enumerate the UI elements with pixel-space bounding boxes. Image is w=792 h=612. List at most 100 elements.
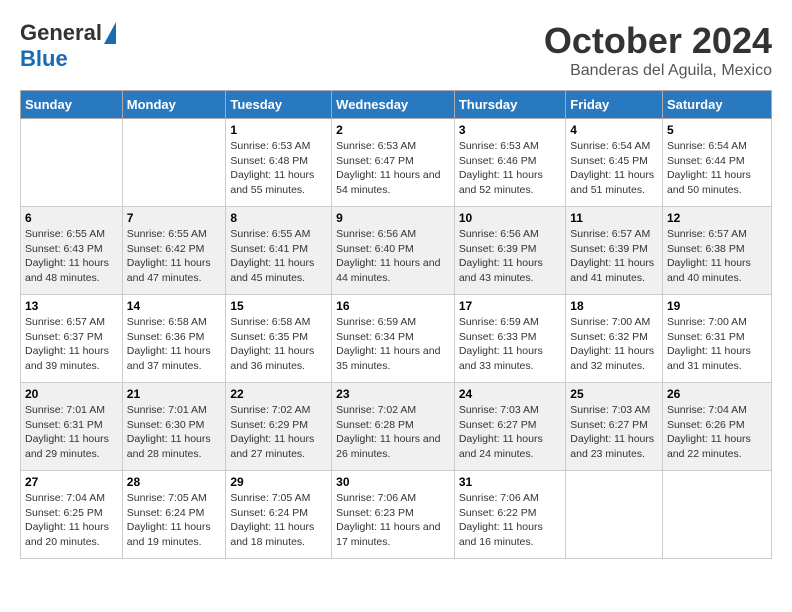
day-cell: 30Sunrise: 7:06 AM Sunset: 6:23 PM Dayli… xyxy=(332,471,455,559)
day-info: Sunrise: 6:56 AM Sunset: 6:40 PM Dayligh… xyxy=(336,227,450,286)
day-cell: 18 Sunrise: 7:00 AM Sunset: 6:32 PM Dayli… xyxy=(566,295,663,383)
day-info: Sunrise: 6:57 AM Sunset: 6:37 PM Dayligh… xyxy=(25,315,118,374)
month-title: October 2024 xyxy=(544,20,772,62)
day-cell: 11 Sunrise: 6:57 AM Sunset: 6:39 PM Dayli… xyxy=(566,207,663,295)
day-cell xyxy=(122,119,226,207)
day-info: Sunrise: 6:53 AM Sunset: 6:47 PM Dayligh… xyxy=(336,139,450,198)
logo-triangle-icon xyxy=(104,22,116,44)
header-cell-thursday: Thursday xyxy=(454,91,565,119)
day-cell: 7Sunrise: 6:55 AM Sunset: 6:42 PM Daylig… xyxy=(122,207,226,295)
header-cell-wednesday: Wednesday xyxy=(332,91,455,119)
day-info: Sunrise: 6:55 AM Sunset: 6:41 PM Dayligh… xyxy=(230,227,327,286)
day-number: 17 xyxy=(459,299,561,313)
day-info: Sunrise: 7:04 AM Sunset: 6:26 PM Dayligh… xyxy=(667,403,767,462)
week-row-2: 6 Sunrise: 6:55 AM Sunset: 6:43 PM Daylig… xyxy=(21,207,772,295)
day-number: 18 xyxy=(570,299,658,313)
day-number: 5 xyxy=(667,123,767,137)
day-info: Sunrise: 6:53 AM Sunset: 6:48 PM Dayligh… xyxy=(230,139,327,198)
day-info: Sunrise: 6:55 AM Sunset: 6:42 PM Dayligh… xyxy=(127,227,222,286)
day-cell: 16 Sunrise: 6:59 AM Sunset: 6:34 PM Dayli… xyxy=(332,295,455,383)
day-number: 29 xyxy=(230,475,327,489)
day-info: Sunrise: 6:56 AM Sunset: 6:39 PM Dayligh… xyxy=(459,227,561,286)
header-row: SundayMondayTuesdayWednesdayThursdayFrid… xyxy=(21,91,772,119)
day-info: Sunrise: 6:57 AM Sunset: 6:38 PM Dayligh… xyxy=(667,227,767,286)
day-info: Sunrise: 6:58 AM Sunset: 6:35 PM Dayligh… xyxy=(230,315,327,374)
day-info: Sunrise: 6:53 AM Sunset: 6:46 PM Dayligh… xyxy=(459,139,561,198)
day-cell: 13 Sunrise: 6:57 AM Sunset: 6:37 PM Dayli… xyxy=(21,295,123,383)
day-info: Sunrise: 7:00 AM Sunset: 6:32 PM Dayligh… xyxy=(570,315,658,374)
day-number: 21 xyxy=(127,387,222,401)
day-cell: 20 Sunrise: 7:01 AM Sunset: 6:31 PM Dayli… xyxy=(21,383,123,471)
day-cell: 22 Sunrise: 7:02 AM Sunset: 6:29 PM Dayli… xyxy=(226,383,332,471)
week-row-4: 20 Sunrise: 7:01 AM Sunset: 6:31 PM Dayli… xyxy=(21,383,772,471)
day-number: 11 xyxy=(570,211,658,225)
day-info: Sunrise: 7:01 AM Sunset: 6:31 PM Dayligh… xyxy=(25,403,118,462)
day-info: Sunrise: 6:59 AM Sunset: 6:33 PM Dayligh… xyxy=(459,315,561,374)
day-cell: 9 Sunrise: 6:56 AM Sunset: 6:40 PM Daylig… xyxy=(332,207,455,295)
day-cell: 28 Sunrise: 7:05 AM Sunset: 6:24 PM Dayli… xyxy=(122,471,226,559)
day-number: 24 xyxy=(459,387,561,401)
day-info: Sunrise: 6:55 AM Sunset: 6:43 PM Dayligh… xyxy=(25,227,118,286)
day-number: 4 xyxy=(570,123,658,137)
day-number: 2 xyxy=(336,123,450,137)
day-number: 10 xyxy=(459,211,561,225)
day-cell: 24 Sunrise: 7:03 AM Sunset: 6:27 PM Dayli… xyxy=(454,383,565,471)
day-number: 14 xyxy=(127,299,222,313)
day-cell: 19 Sunrise: 7:00 AM Sunset: 6:31 PM Dayli… xyxy=(662,295,771,383)
day-number: 3 xyxy=(459,123,561,137)
header-cell-sunday: Sunday xyxy=(21,91,123,119)
day-info: Sunrise: 7:02 AM Sunset: 6:29 PM Dayligh… xyxy=(230,403,327,462)
week-row-1: 1 Sunrise: 6:53 AM Sunset: 6:48 PM Daylig… xyxy=(21,119,772,207)
day-number: 16 xyxy=(336,299,450,313)
day-cell: 29Sunrise: 7:05 AM Sunset: 6:24 PM Dayli… xyxy=(226,471,332,559)
day-cell: 15 Sunrise: 6:58 AM Sunset: 6:35 PM Dayli… xyxy=(226,295,332,383)
page-header: General Blue October 2024 Banderas del A… xyxy=(20,20,772,80)
day-info: Sunrise: 7:01 AM Sunset: 6:30 PM Dayligh… xyxy=(127,403,222,462)
header-cell-monday: Monday xyxy=(122,91,226,119)
day-number: 6 xyxy=(25,211,118,225)
day-info: Sunrise: 7:03 AM Sunset: 6:27 PM Dayligh… xyxy=(459,403,561,462)
day-number: 19 xyxy=(667,299,767,313)
day-cell: 27 Sunrise: 7:04 AM Sunset: 6:25 PM Dayli… xyxy=(21,471,123,559)
calendar-table: SundayMondayTuesdayWednesdayThursdayFrid… xyxy=(20,90,772,559)
location-title: Banderas del Aguila, Mexico xyxy=(544,62,772,80)
day-number: 20 xyxy=(25,387,118,401)
header-cell-saturday: Saturday xyxy=(662,91,771,119)
day-cell: 4 Sunrise: 6:54 AM Sunset: 6:45 PM Daylig… xyxy=(566,119,663,207)
day-info: Sunrise: 7:00 AM Sunset: 6:31 PM Dayligh… xyxy=(667,315,767,374)
day-number: 12 xyxy=(667,211,767,225)
day-cell: 3 Sunrise: 6:53 AM Sunset: 6:46 PM Daylig… xyxy=(454,119,565,207)
day-info: Sunrise: 7:05 AM Sunset: 6:24 PM Dayligh… xyxy=(127,491,222,550)
week-row-5: 27 Sunrise: 7:04 AM Sunset: 6:25 PM Dayli… xyxy=(21,471,772,559)
day-cell xyxy=(662,471,771,559)
day-info: Sunrise: 6:54 AM Sunset: 6:44 PM Dayligh… xyxy=(667,139,767,198)
day-cell: 10 Sunrise: 6:56 AM Sunset: 6:39 PM Dayli… xyxy=(454,207,565,295)
day-info: Sunrise: 6:57 AM Sunset: 6:39 PM Dayligh… xyxy=(570,227,658,286)
header-cell-friday: Friday xyxy=(566,91,663,119)
day-info: Sunrise: 7:03 AM Sunset: 6:27 PM Dayligh… xyxy=(570,403,658,462)
logo-general-text: General xyxy=(20,20,102,46)
day-cell: 23Sunrise: 7:02 AM Sunset: 6:28 PM Dayli… xyxy=(332,383,455,471)
day-cell: 1 Sunrise: 6:53 AM Sunset: 6:48 PM Daylig… xyxy=(226,119,332,207)
day-cell: 21 Sunrise: 7:01 AM Sunset: 6:30 PM Dayli… xyxy=(122,383,226,471)
day-cell: 25Sunrise: 7:03 AM Sunset: 6:27 PM Dayli… xyxy=(566,383,663,471)
day-number: 28 xyxy=(127,475,222,489)
day-info: Sunrise: 6:54 AM Sunset: 6:45 PM Dayligh… xyxy=(570,139,658,198)
day-number: 13 xyxy=(25,299,118,313)
day-cell: 26Sunrise: 7:04 AM Sunset: 6:26 PM Dayli… xyxy=(662,383,771,471)
logo: General Blue xyxy=(20,20,116,72)
day-number: 15 xyxy=(230,299,327,313)
day-number: 9 xyxy=(336,211,450,225)
day-number: 27 xyxy=(25,475,118,489)
day-info: Sunrise: 7:02 AM Sunset: 6:28 PM Dayligh… xyxy=(336,403,450,462)
day-info: Sunrise: 6:59 AM Sunset: 6:34 PM Dayligh… xyxy=(336,315,450,374)
day-info: Sunrise: 7:04 AM Sunset: 6:25 PM Dayligh… xyxy=(25,491,118,550)
day-number: 1 xyxy=(230,123,327,137)
day-number: 30 xyxy=(336,475,450,489)
logo-blue-text: Blue xyxy=(20,46,68,72)
day-number: 31 xyxy=(459,475,561,489)
day-number: 22 xyxy=(230,387,327,401)
day-info: Sunrise: 6:58 AM Sunset: 6:36 PM Dayligh… xyxy=(127,315,222,374)
day-cell: 5 Sunrise: 6:54 AM Sunset: 6:44 PM Daylig… xyxy=(662,119,771,207)
day-cell xyxy=(566,471,663,559)
